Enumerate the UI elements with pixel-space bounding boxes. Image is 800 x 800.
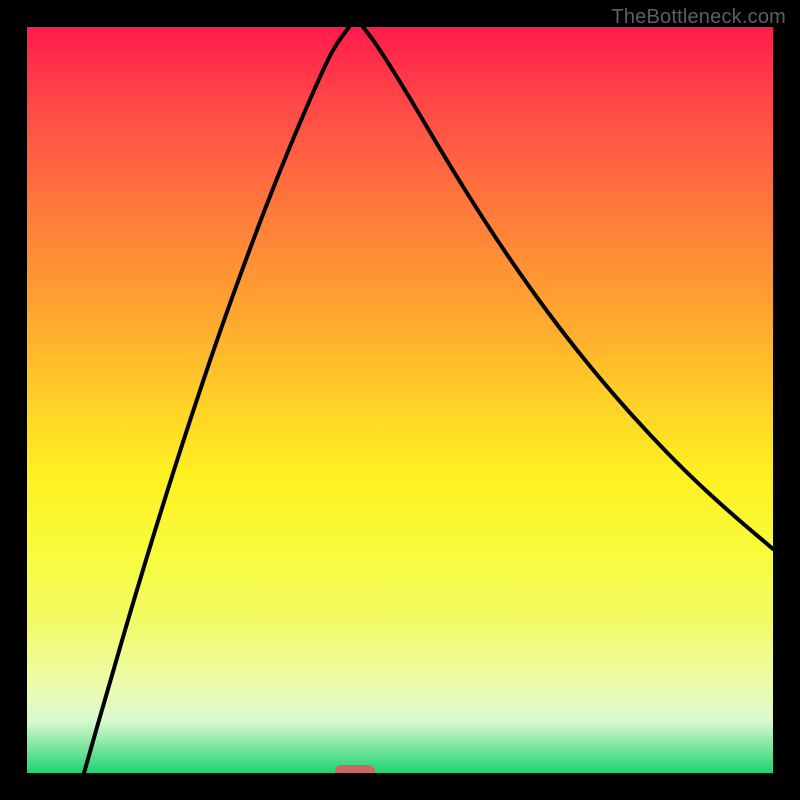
chart-plot-area [27,27,773,773]
curve-right-branch [363,27,773,549]
bottleneck-curve [27,27,773,773]
curve-left-branch [84,27,349,773]
watermark-text: TheBottleneck.com [611,6,786,29]
optimal-marker [335,765,375,773]
